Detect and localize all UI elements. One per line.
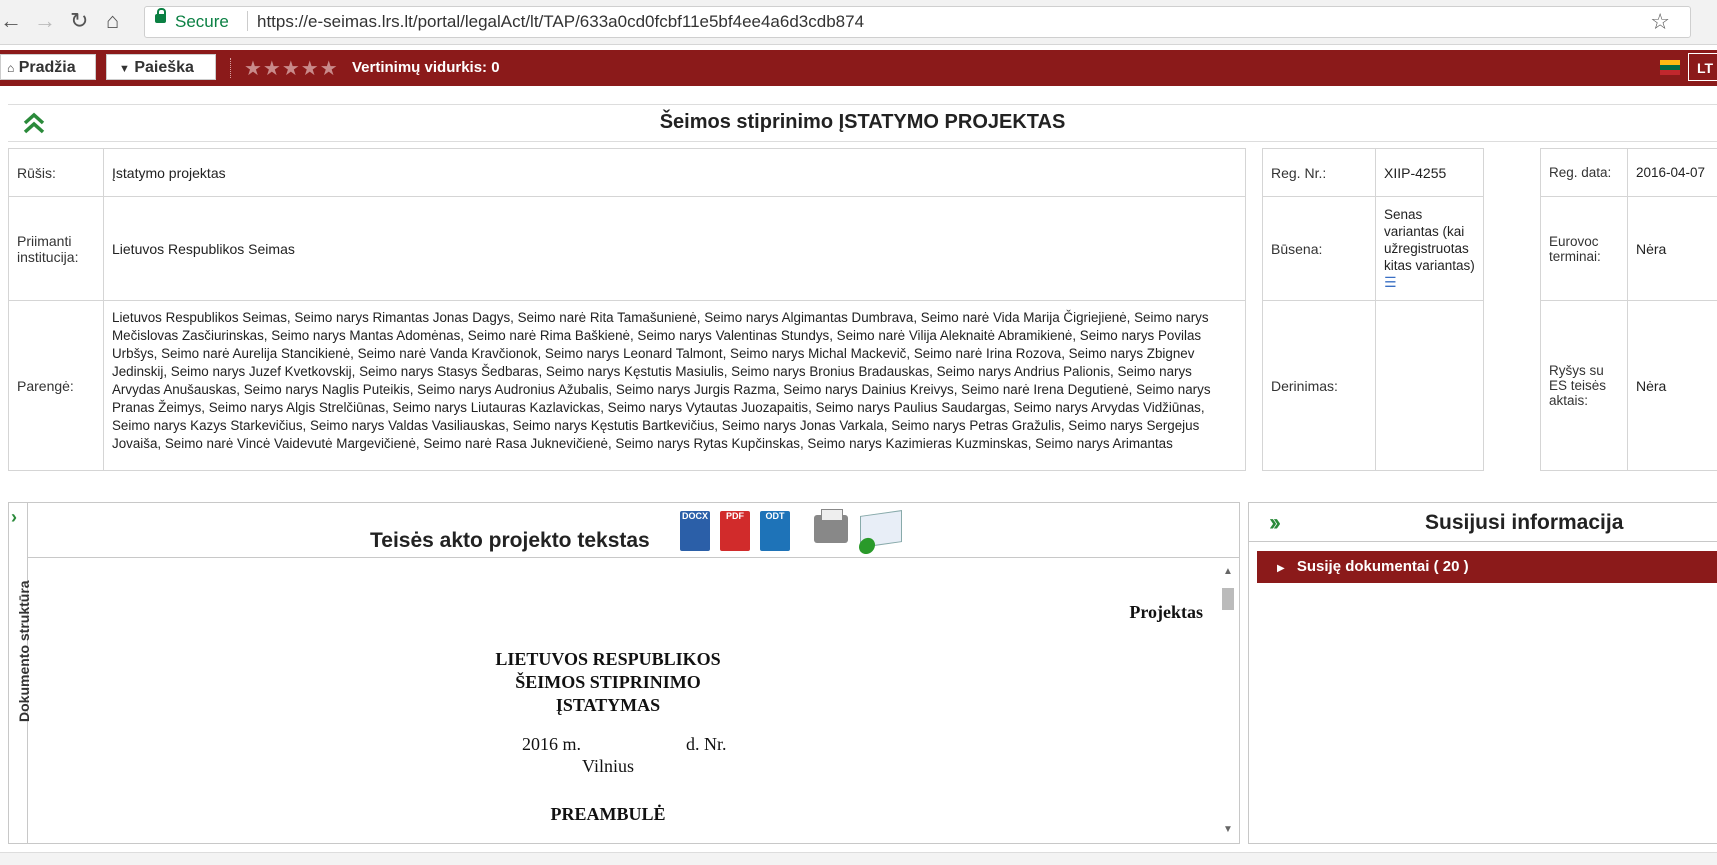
- related-info-title: Susijusi informacija: [1425, 511, 1623, 535]
- back-icon[interactable]: ←: [0, 9, 22, 33]
- eu-links-value: Nėra: [1628, 301, 1717, 471]
- footer-bar: [0, 852, 1717, 865]
- lithuania-flag-icon[interactable]: [1660, 60, 1680, 75]
- toolbar-divider: [230, 58, 233, 78]
- city: Vilnius: [28, 756, 1188, 777]
- prepared-by-cell: Lietuvos Respublikos Seimas, Seimo narys…: [104, 301, 1246, 471]
- site-toolbar: ⌂ Pradžia ▼ Paieška ★★★★★ Vertinimų vidu…: [0, 50, 1717, 86]
- expand-right-icon[interactable]: ›: [11, 507, 17, 528]
- status-value: Senas variantas (kai užregistruotas kita…: [1384, 207, 1475, 273]
- divider: [247, 11, 248, 31]
- url-text[interactable]: https://e-seimas.lrs.lt/portal/legalAct/…: [257, 12, 864, 32]
- reg-date-value: 2016-04-07: [1628, 149, 1717, 197]
- related-documents-accordion[interactable]: ▶ Susiję dokumentai ( 20 ): [1257, 551, 1717, 583]
- registration-table: Reg. Nr.: XIIP-4255 Būsena: Senas varian…: [1262, 148, 1484, 471]
- act-info-table: Rūšis: Įstatymo projektas Priimanti inst…: [8, 148, 1246, 471]
- date-number: d. Nr.: [686, 734, 727, 755]
- chevron-down-icon: ▼: [119, 63, 130, 75]
- reg-date-label: Reg. data:: [1541, 149, 1628, 197]
- search-menu-label: Paieška: [134, 59, 194, 76]
- dates-table: Reg. data: 2016-04-07 Eurovoc terminai: …: [1540, 148, 1717, 471]
- scroll-up-icon[interactable]: ▲: [1223, 566, 1233, 577]
- type-value: Įstatymo projektas: [104, 149, 1246, 197]
- draft-label: Projektas: [1129, 602, 1203, 623]
- heading-line-1: LIETUVOS RESPUBLIKOS: [28, 648, 1188, 671]
- list-icon[interactable]: ☰: [1384, 274, 1397, 290]
- status-label: Būsena:: [1263, 197, 1376, 301]
- odt-download-icon[interactable]: ODT: [760, 511, 790, 551]
- lock-icon: [155, 14, 166, 23]
- language-selector[interactable]: LT: [1688, 53, 1717, 81]
- document-text-panel: › Dokumento struktūra Teisės akto projek…: [8, 502, 1240, 844]
- bookmark-star-icon[interactable]: ☆: [1650, 9, 1670, 35]
- institution-value: Lietuvos Respublikos Seimas: [104, 197, 1246, 301]
- expand-right-double-icon[interactable]: ››: [1269, 509, 1277, 537]
- document-text-title: Teisės akto projekto tekstas: [370, 529, 650, 553]
- title-bar: Šeimos stiprinimo ĮSTATYMO PROJEKTAS: [8, 104, 1717, 142]
- status-cell: Senas variantas (kai užregistruotas kita…: [1376, 197, 1484, 301]
- scroll-down-icon[interactable]: ▼: [1223, 824, 1233, 835]
- home-button[interactable]: ⌂ Pradžia: [0, 54, 96, 80]
- related-info-panel: ›› Susijusi informacija ▶ Susiję dokumen…: [1248, 502, 1717, 844]
- pdf-download-icon[interactable]: PDF: [720, 511, 750, 551]
- docx-download-icon[interactable]: DOCX: [680, 511, 710, 551]
- document-header: Teisės akto projekto tekstas DOCX PDF OD…: [28, 503, 1239, 558]
- related-info-header: ›› Susijusi informacija: [1249, 503, 1717, 542]
- heading-line-3: ĮSTATYMAS: [28, 694, 1188, 717]
- institution-label: Priimanti institucija:: [9, 197, 104, 301]
- eurovoc-value: Nėra: [1628, 197, 1717, 301]
- coordination-value: [1376, 301, 1484, 471]
- heading-line-2: ŠEIMOS STIPRINIMO: [28, 671, 1188, 694]
- reload-icon[interactable]: ↻: [70, 9, 88, 33]
- forward-icon[interactable]: →: [34, 9, 56, 33]
- prepared-by-label: Parengė:: [9, 301, 104, 471]
- scroll-thumb[interactable]: [1222, 588, 1234, 610]
- date-year: 2016 m.: [522, 734, 581, 755]
- home-small-icon: ⌂: [7, 61, 14, 75]
- page-title: Šeimos stiprinimo ĮSTATYMO PROJEKTAS: [8, 111, 1717, 134]
- rating-average: Vertinimų vidurkis: 0: [352, 59, 500, 76]
- document-text-body: Projektas LIETUVOS RESPUBLIKOS ŠEIMOS ST…: [28, 558, 1217, 843]
- browser-chrome: ← → ↻ ⌂ Secure https://e-seimas.lrs.lt/p…: [0, 0, 1717, 45]
- print-icon[interactable]: [814, 515, 848, 543]
- email-icon[interactable]: [860, 510, 902, 548]
- address-bar[interactable]: Secure https://e-seimas.lrs.lt/portal/le…: [144, 6, 1691, 38]
- rating-stars-icon[interactable]: ★★★★★: [244, 56, 339, 81]
- home-icon[interactable]: ⌂: [106, 9, 119, 33]
- prepared-by-value: Lietuvos Respublikos Seimas, Seimo narys…: [112, 309, 1237, 466]
- coordination-label: Derinimas:: [1263, 301, 1376, 471]
- document-structure-tab[interactable]: › Dokumento struktūra: [9, 503, 28, 843]
- preamble-heading: PREAMBULĖ: [28, 804, 1188, 825]
- document-scrollbar[interactable]: ▲ ▼: [1217, 558, 1239, 843]
- act-heading: LIETUVOS RESPUBLIKOS ŠEIMOS STIPRINIMO Į…: [28, 648, 1188, 717]
- search-menu-button[interactable]: ▼ Paieška: [106, 54, 216, 80]
- secure-label: Secure: [175, 12, 229, 32]
- caret-right-icon: ▶: [1277, 563, 1285, 574]
- eurovoc-label: Eurovoc terminai:: [1541, 197, 1628, 301]
- eu-links-label: Ryšys su ES teisės aktais:: [1541, 301, 1628, 471]
- type-label: Rūšis:: [9, 149, 104, 197]
- reg-nr-label: Reg. Nr.:: [1263, 149, 1376, 197]
- reg-nr-value: XIIP-4255: [1376, 149, 1484, 197]
- home-button-label: Pradžia: [19, 59, 76, 76]
- related-documents-label: Susiję dokumentai ( 20 ): [1297, 558, 1469, 575]
